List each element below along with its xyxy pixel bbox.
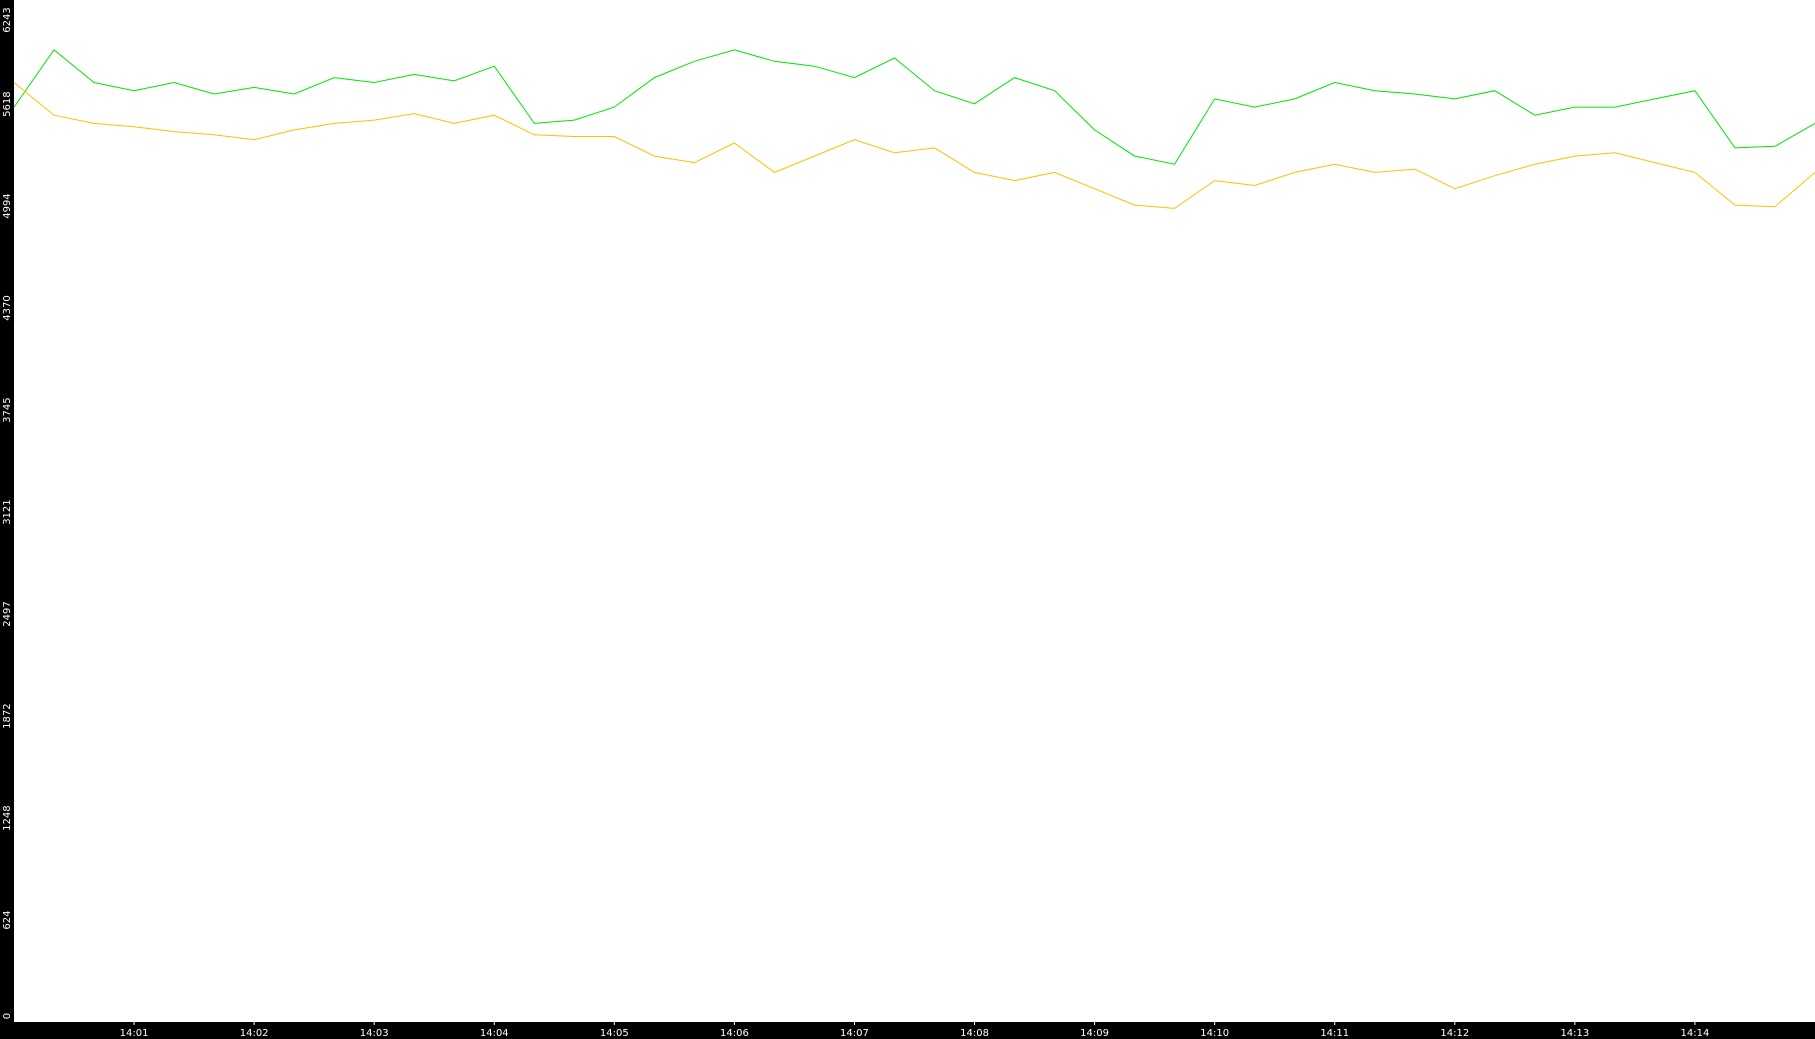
y-tick-label: 3745 <box>2 397 13 422</box>
x-tick-label: 14:07 <box>840 1028 869 1039</box>
y-tick-label: 624 <box>2 911 13 930</box>
x-tick-label: 14:11 <box>1320 1028 1349 1039</box>
y-tick-label: 1248 <box>2 805 13 830</box>
x-tick-label: 14:13 <box>1560 1028 1589 1039</box>
y-tick-label: 1872 <box>2 703 13 728</box>
y-tick-label: 0 <box>2 1013 13 1019</box>
x-tick-label: 14:10 <box>1200 1028 1229 1039</box>
line-chart: 0 624 1248 1872 2497 3121 3745 4370 4994 5618 6243… <box>0 0 1815 1039</box>
y-tick-label: 3121 <box>2 499 13 524</box>
x-tick-label: 14:12 <box>1440 1028 1469 1039</box>
x-tick-label: 14:06 <box>720 1028 749 1039</box>
y-tick-label: 4370 <box>2 295 13 320</box>
y-tick-label: 5618 <box>2 91 13 116</box>
y-tick-label: 2497 <box>2 601 13 626</box>
x-tick-label: 14:09 <box>1080 1028 1109 1039</box>
x-tick-label: 14:02 <box>240 1028 269 1039</box>
y-tick-label: 4994 <box>2 193 13 218</box>
x-tick-label: 14:01 <box>120 1028 149 1039</box>
x-tick-label: 14:03 <box>360 1028 389 1039</box>
x-tick-label: 14:05 <box>600 1028 629 1039</box>
y-tick-label: 6243 <box>2 7 13 32</box>
x-tick-label: 14:08 <box>960 1028 989 1039</box>
plot-area <box>14 0 1815 1022</box>
x-tick-label: 14:14 <box>1681 1028 1710 1039</box>
x-tick-label: 14:04 <box>480 1028 509 1039</box>
